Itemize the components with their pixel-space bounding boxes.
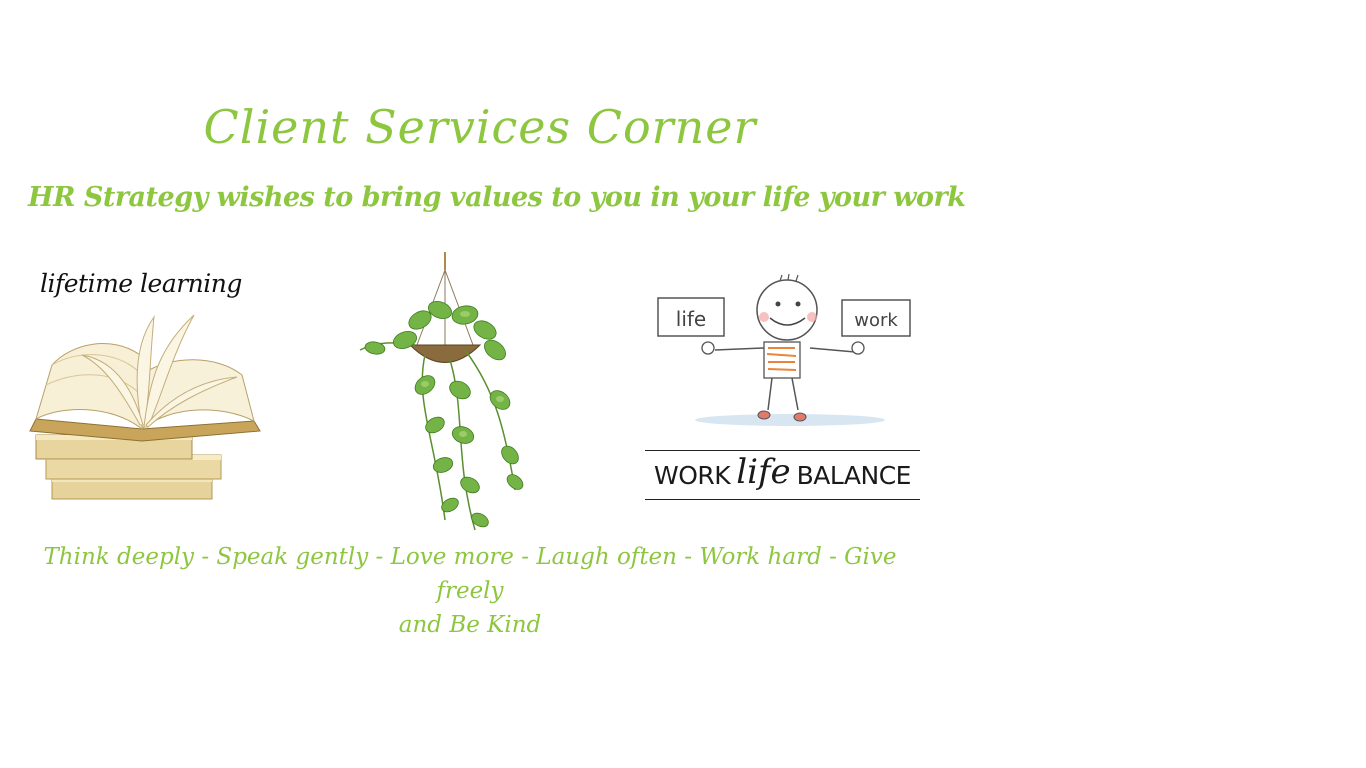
- caption-balance: BALANCE: [796, 460, 912, 490]
- open-books-icon: [29, 314, 261, 500]
- work-life-balance-panel: life work WORK life BALANCE: [640, 270, 930, 520]
- values-quote: Think deeply - Speak gently - Love more …: [20, 540, 920, 642]
- sign-life-text: life: [676, 307, 706, 331]
- work-life-balance-caption: WORK life BALANCE: [645, 450, 920, 500]
- quote-line-1: Think deeply - Speak gently - Love more …: [43, 544, 897, 604]
- page-tagline: HR Strategy wishes to bring values to yo…: [28, 182, 966, 213]
- caption-life: life: [736, 452, 791, 492]
- quote-line-2: and Be Kind: [398, 612, 542, 638]
- hanging-plant-icon: [359, 252, 524, 531]
- stick-figure-icon: life work: [657, 273, 911, 426]
- sign-work-text: work: [854, 310, 898, 331]
- lifetime-learning-panel: lifetime learning: [22, 255, 272, 515]
- page-title: Client Services Corner: [203, 100, 757, 154]
- caption-work: WORK: [654, 460, 731, 490]
- plant-panel: [355, 250, 555, 540]
